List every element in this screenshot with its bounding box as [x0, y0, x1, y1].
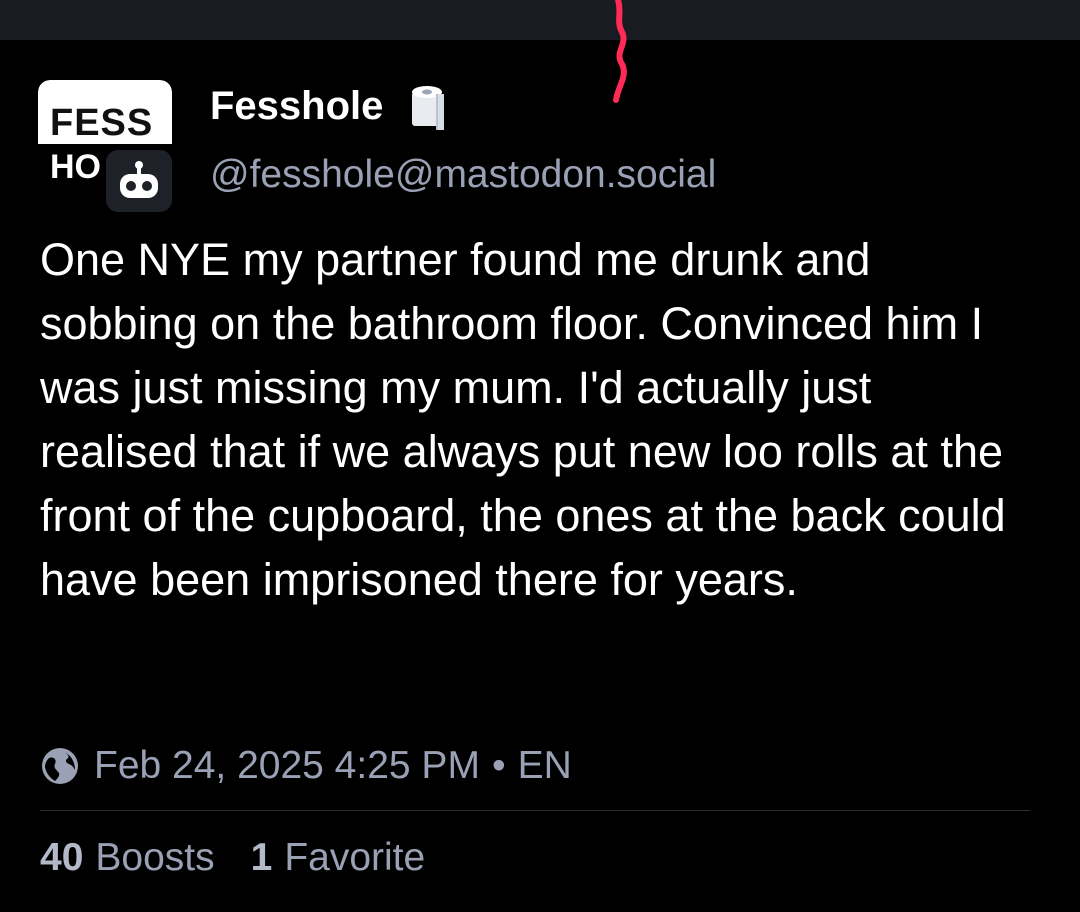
- favorites-link[interactable]: 1 Favorite: [251, 836, 426, 880]
- red-scribble-annotation: [613, 0, 627, 103]
- bot-icon: [120, 161, 158, 198]
- meta-separator: •: [491, 744, 506, 787]
- globe-icon: [42, 748, 78, 784]
- boosts-count: 40: [40, 836, 84, 879]
- toilet-roll-icon: [412, 86, 444, 130]
- post-timestamp[interactable]: Feb 24, 2025 4:25 PM: [94, 744, 480, 788]
- boosts-link[interactable]: 40 Boosts: [40, 836, 215, 880]
- post-content: One NYE my partner found me drunk and so…: [40, 234, 1006, 605]
- boosts-label: Boosts: [95, 836, 215, 879]
- post-language: EN: [517, 744, 572, 787]
- divider: [40, 810, 1030, 811]
- account-handle[interactable]: @fesshole@mastodon.social: [210, 153, 716, 197]
- display-name[interactable]: Fesshole: [210, 84, 383, 129]
- favorites-count: 1: [250, 836, 273, 879]
- post-stats: 40 Boosts 1 Favorite: [40, 836, 425, 880]
- post-meta: Feb 24, 2025 4:25 PM • EN: [40, 740, 572, 792]
- bot-badge: [106, 150, 172, 212]
- favorites-label: Favorite: [284, 836, 426, 879]
- profile-avatar[interactable]: FESS HO: [38, 80, 172, 212]
- avatar-logo-text-line1: FESS: [50, 102, 154, 144]
- avatar-logo-text-line2: HO: [50, 148, 101, 186]
- top-bar: [0, 0, 1080, 40]
